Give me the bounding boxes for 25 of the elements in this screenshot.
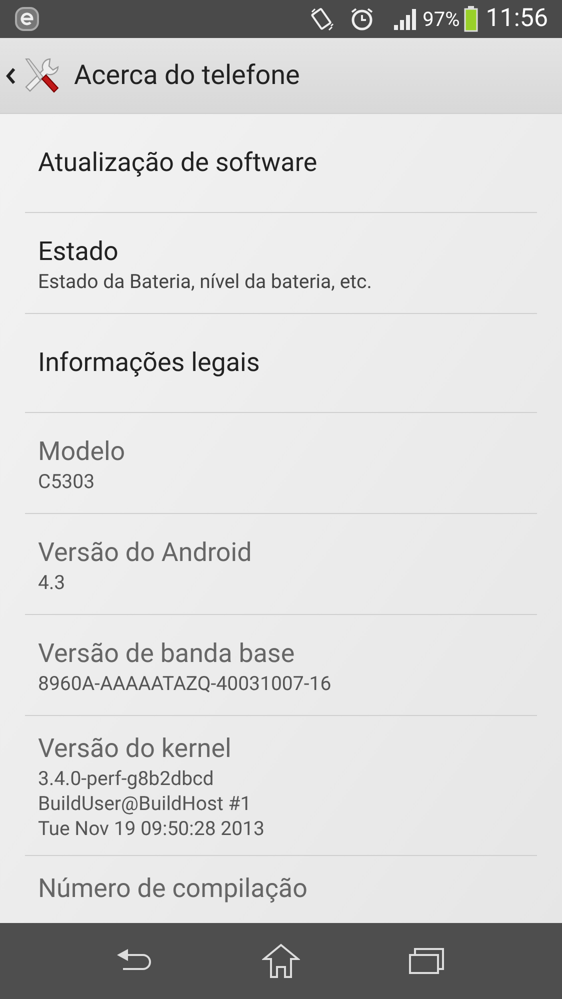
setting-title: Número de compilação xyxy=(38,873,308,906)
setting-title: Versão de banda base xyxy=(38,638,296,670)
setting-title[interactable]: Informações legais xyxy=(38,346,524,380)
vibrate-icon xyxy=(308,6,335,32)
signal-icon xyxy=(392,7,417,31)
setting-value: 3.4.0-perf-g8b2dbcd xyxy=(38,766,215,791)
battery-percent: 97% xyxy=(422,6,460,33)
setting-title: Versão do kernel xyxy=(38,733,232,766)
setting-title: Modelo xyxy=(38,436,126,468)
setting-value: 8960A-AAAAATAZQ-40031007-16 xyxy=(38,670,332,696)
setting-value: C5303 xyxy=(38,468,96,494)
alarm-clock-icon xyxy=(348,6,375,32)
setting-value: BuildUser@BuildHost #1 xyxy=(38,791,252,816)
setting-value: Tue Nov 19 09:50:28 2013 xyxy=(38,816,266,841)
screen-title: Acerca do telefone xyxy=(74,58,300,94)
setting-title[interactable]: Estado xyxy=(38,234,524,268)
setting-value: 4.3 xyxy=(38,570,66,594)
battery-icon xyxy=(464,6,478,32)
home-icon xyxy=(262,943,300,979)
setting-title: Versão do Android xyxy=(38,536,253,570)
setting-value: Estado da Bateria, nível da bateria, etc. xyxy=(38,268,373,294)
setting-title[interactable]: Atualização de software xyxy=(38,146,524,180)
back-caret-icon xyxy=(6,66,16,84)
e-app-icon xyxy=(14,6,40,32)
clock-time: 11:56 xyxy=(486,3,548,36)
